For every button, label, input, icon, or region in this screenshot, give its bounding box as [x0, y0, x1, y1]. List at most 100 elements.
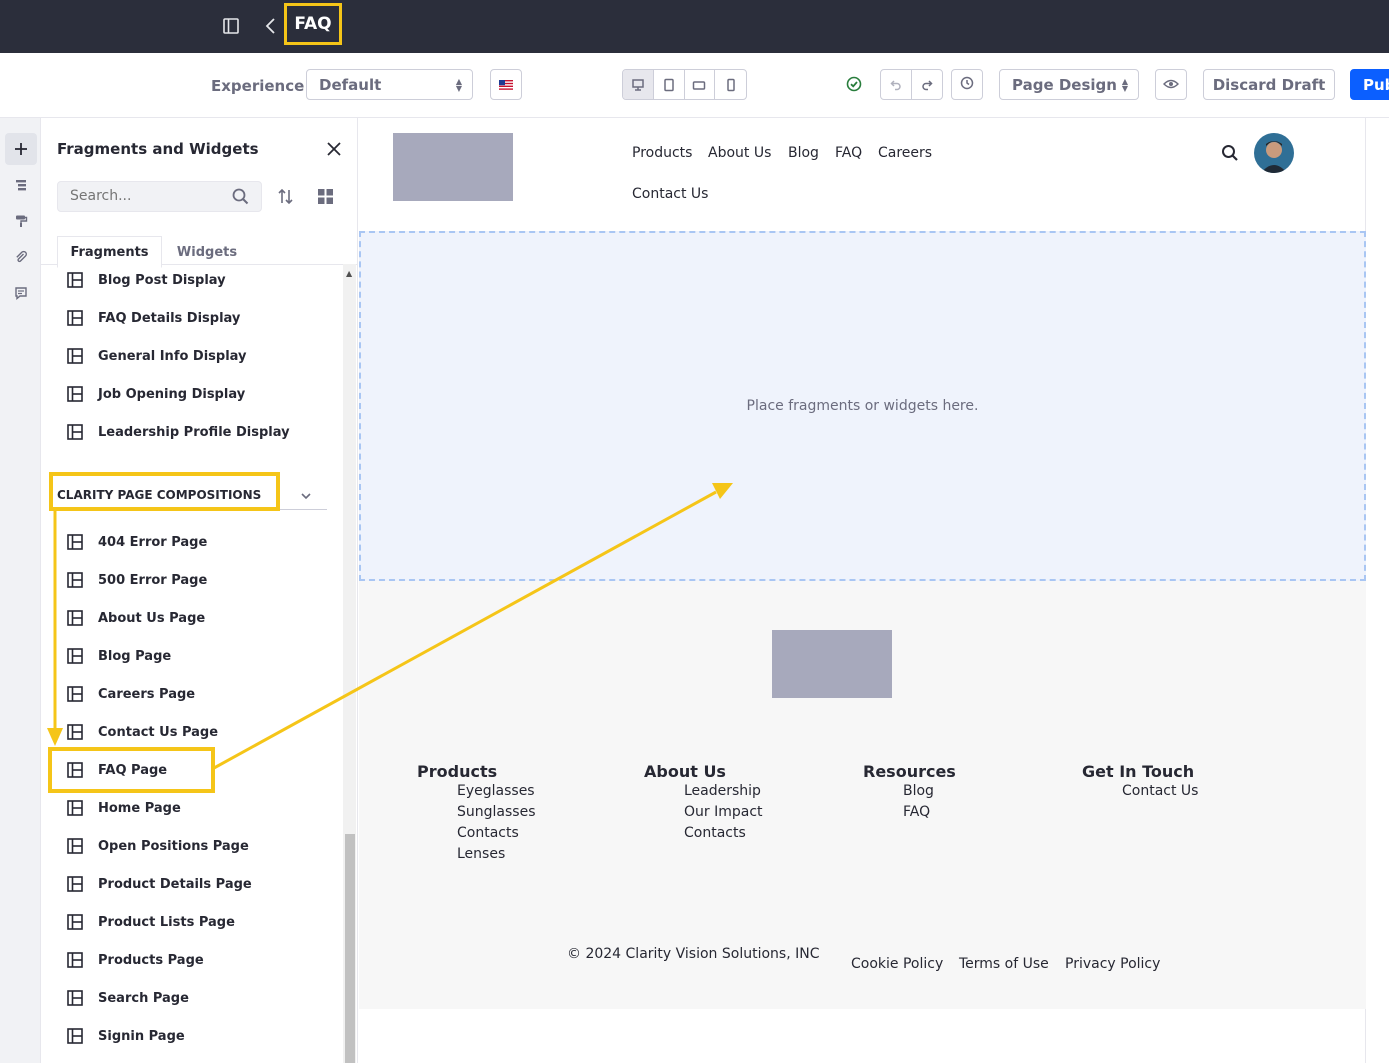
footer-link[interactable]: FAQ	[903, 804, 930, 820]
composition-icon	[67, 914, 83, 930]
grid-view-icon[interactable]	[318, 189, 333, 208]
fragments-panel: Fragments and Widgets Fragments Widgets …	[41, 118, 358, 1063]
desktop-icon[interactable]	[623, 70, 654, 99]
list-item[interactable]: About Us Page	[67, 606, 205, 630]
comments-icon[interactable]	[5, 277, 37, 309]
nav-link-products[interactable]: Products	[632, 145, 692, 161]
footer-link[interactable]: Contact Us	[1122, 783, 1198, 799]
phone-icon[interactable]	[715, 70, 746, 99]
tablet-icon[interactable]	[654, 70, 685, 99]
privacy-policy-link[interactable]: Privacy Policy	[1065, 956, 1160, 972]
composition-icon	[67, 310, 83, 326]
publish-button[interactable]: Pub	[1350, 69, 1389, 100]
composition-icon	[67, 572, 83, 588]
footer-link[interactable]: Leadership	[684, 783, 761, 799]
footer-link[interactable]: Contacts	[457, 825, 519, 841]
nav-link-contact-us[interactable]: Contact Us	[632, 186, 708, 202]
composition-icon	[67, 1028, 83, 1044]
footer-link[interactable]: Contacts	[684, 825, 746, 841]
list-item-label: Open Positions Page	[98, 838, 249, 854]
list-item[interactable]: Contact Us Page	[67, 720, 218, 744]
list-item[interactable]: Careers Page	[67, 682, 195, 706]
list-item[interactable]: Signin Page	[67, 1024, 185, 1048]
list-item[interactable]: Product Details Page	[67, 872, 252, 896]
nav-link-about-us[interactable]: About Us	[708, 145, 771, 161]
composition-icon	[67, 424, 83, 440]
scrollbar-thumb[interactable]	[345, 834, 355, 1063]
experience-select[interactable]: Default ▲ ▼	[306, 69, 473, 100]
list-item[interactable]: Blog Page	[67, 644, 171, 668]
search-icon[interactable]	[1221, 144, 1239, 166]
updown-icon: ▲ ▼	[455, 77, 462, 93]
list-item[interactable]: FAQ Details Display	[67, 306, 240, 330]
mode-select[interactable]: Page Design ▲ ▼	[999, 69, 1139, 100]
footer-link[interactable]: Blog	[903, 783, 934, 799]
composition-icon	[67, 838, 83, 854]
close-icon[interactable]	[326, 141, 342, 161]
list-item-label: General Info Display	[98, 348, 247, 364]
list-item[interactable]: Job Opening Display	[67, 382, 245, 406]
composition-icon	[67, 990, 83, 1006]
list-item[interactable]: 404 Error Page	[67, 530, 207, 554]
composition-icon	[67, 534, 83, 550]
list-item[interactable]: Blog Post Display	[67, 268, 226, 292]
page-structure-icon[interactable]	[5, 169, 37, 201]
list-item[interactable]: 500 Error Page	[67, 568, 207, 592]
drop-zone-text: Place fragments or widgets here.	[746, 398, 979, 414]
sidebar-toggle-icon[interactable]	[222, 17, 240, 35]
list-item[interactable]: Search Page	[67, 986, 189, 1010]
list-item-label: About Us Page	[98, 610, 206, 626]
list-item[interactable]: General Info Display	[67, 344, 247, 368]
chevron-down-icon[interactable]	[300, 487, 312, 506]
redo-icon[interactable]	[912, 70, 942, 99]
cookie-policy-link[interactable]: Cookie Policy	[851, 956, 943, 972]
composition-icon	[67, 386, 83, 402]
tab-fragments[interactable]: Fragments	[57, 236, 162, 268]
footer-link[interactable]: Eyeglasses	[457, 783, 535, 799]
composition-icon	[67, 348, 83, 364]
panel-title: Fragments and Widgets	[57, 140, 259, 158]
drop-zone[interactable]: Place fragments or widgets here.	[359, 231, 1366, 581]
search-input[interactable]	[70, 188, 220, 204]
terms-of-use-link[interactable]: Terms of Use	[959, 956, 1049, 972]
footer-link[interactable]: Our Impact	[684, 804, 763, 820]
search-icon[interactable]	[232, 188, 249, 209]
footer-link[interactable]: Lenses	[457, 846, 505, 862]
list-item[interactable]: Open Positions Page	[67, 834, 249, 858]
language-button[interactable]	[490, 69, 522, 100]
add-icon[interactable]	[5, 133, 37, 165]
fragment-list: Blog Post Display FAQ Details Display Ge…	[41, 264, 358, 1063]
list-item-label: Home Page	[98, 800, 181, 816]
list-item[interactable]: Home Page	[67, 796, 181, 820]
updown-icon: ▲ ▼	[1121, 77, 1128, 93]
avatar[interactable]	[1254, 133, 1294, 173]
nav-link-careers[interactable]: Careers	[878, 145, 932, 161]
scroll-up-arrow-icon[interactable]: ▲	[346, 269, 352, 278]
footer-link[interactable]: Sunglasses	[457, 804, 535, 820]
header-logo-placeholder	[393, 133, 513, 201]
list-item[interactable]: Product Lists Page	[67, 910, 235, 934]
sidebar-rail	[0, 118, 41, 1063]
list-item-label: Products Page	[98, 952, 204, 968]
discard-draft-button[interactable]: Discard Draft	[1203, 69, 1335, 100]
paint-roller-icon[interactable]	[5, 205, 37, 237]
page-canvas: Products About Us Blog FAQ Careers Conta…	[359, 118, 1366, 1063]
paperclip-icon[interactable]	[5, 241, 37, 273]
history-button[interactable]	[951, 69, 983, 100]
list-item-label: Product Lists Page	[98, 914, 235, 930]
list-item[interactable]: Leadership Profile Display	[67, 420, 290, 444]
landscape-phone-icon[interactable]	[685, 70, 716, 99]
us-flag-icon	[499, 76, 513, 94]
list-item[interactable]: Products Page	[67, 948, 204, 972]
search-field	[57, 181, 262, 212]
preview-button[interactable]	[1155, 69, 1187, 100]
back-chevron-icon[interactable]	[264, 17, 278, 35]
nav-link-blog[interactable]: Blog	[788, 145, 819, 161]
list-item-label: Signin Page	[98, 1028, 185, 1044]
footer-logo-placeholder	[772, 630, 892, 698]
nav-link-faq[interactable]: FAQ	[835, 145, 862, 161]
undo-icon[interactable]	[881, 70, 912, 99]
sort-icon[interactable]	[277, 188, 294, 209]
list-item-label: Contact Us Page	[98, 724, 219, 740]
list-item-label: Search Page	[98, 990, 189, 1006]
